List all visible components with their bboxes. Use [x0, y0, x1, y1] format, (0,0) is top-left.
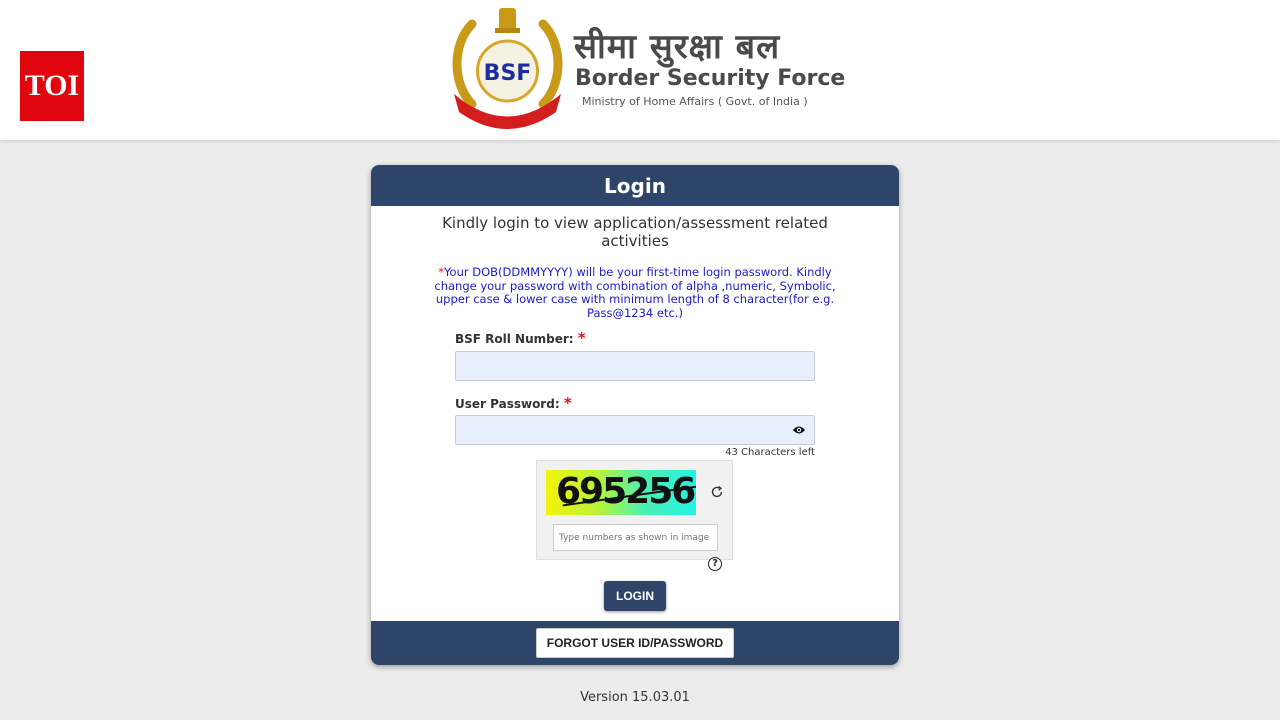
required-marker: * [577, 329, 586, 347]
captcha-image: 695256 [546, 470, 696, 515]
notice-text: Your DOB(DDMMYYYY) will be your first-ti… [434, 265, 836, 320]
password-field[interactable] [455, 415, 815, 445]
captcha-panel: 695256 [536, 460, 733, 560]
bsf-emblem: BSF [452, 8, 563, 129]
brand-hindi-title: सीमा सुरक्षा बल [574, 27, 781, 67]
roll-number-input[interactable] [456, 352, 814, 380]
svg-text:BSF: BSF [484, 61, 532, 86]
required-marker: * [563, 394, 572, 412]
roll-number-label: BSF Roll Number: * [455, 329, 586, 347]
help-icon[interactable]: ? [708, 557, 722, 571]
password-notice: *Your DOB(DDMMYYYY) will be your first-t… [431, 265, 839, 320]
login-card-title: Login [371, 165, 899, 206]
refresh-icon[interactable] [710, 485, 724, 499]
eye-icon[interactable] [792, 424, 806, 436]
roll-number-field[interactable] [455, 351, 815, 381]
brand-subtitle: Ministry of Home Affairs ( Govt. of Indi… [582, 95, 808, 108]
toi-logo[interactable]: TOI [20, 51, 84, 121]
password-input[interactable] [456, 416, 814, 444]
version-label: Version 15.03.01 [580, 690, 690, 705]
chars-left-counter: 43 Characters left [725, 447, 815, 458]
login-card-footer: FORGOT USER ID/PASSWORD [371, 621, 899, 665]
captcha-input[interactable] [554, 525, 717, 551]
top-header: TOI BSF सीमा सुरक्षा बल Border Security … [0, 0, 1280, 140]
forgot-password-button[interactable]: FORGOT USER ID/PASSWORD [536, 628, 734, 658]
captcha-code: 695256 [556, 471, 696, 512]
brand-english-title: Border Security Force [575, 66, 846, 91]
captcha-field[interactable] [553, 524, 718, 551]
login-card: Login Kindly login to view application/a… [371, 165, 899, 665]
password-label-text: User Password: [455, 397, 560, 411]
password-label: User Password: * [455, 394, 572, 412]
login-intro-text: Kindly login to view application/assessm… [442, 214, 828, 250]
login-button[interactable]: LOGIN [604, 581, 666, 611]
roll-number-label-text: BSF Roll Number: [455, 332, 574, 346]
